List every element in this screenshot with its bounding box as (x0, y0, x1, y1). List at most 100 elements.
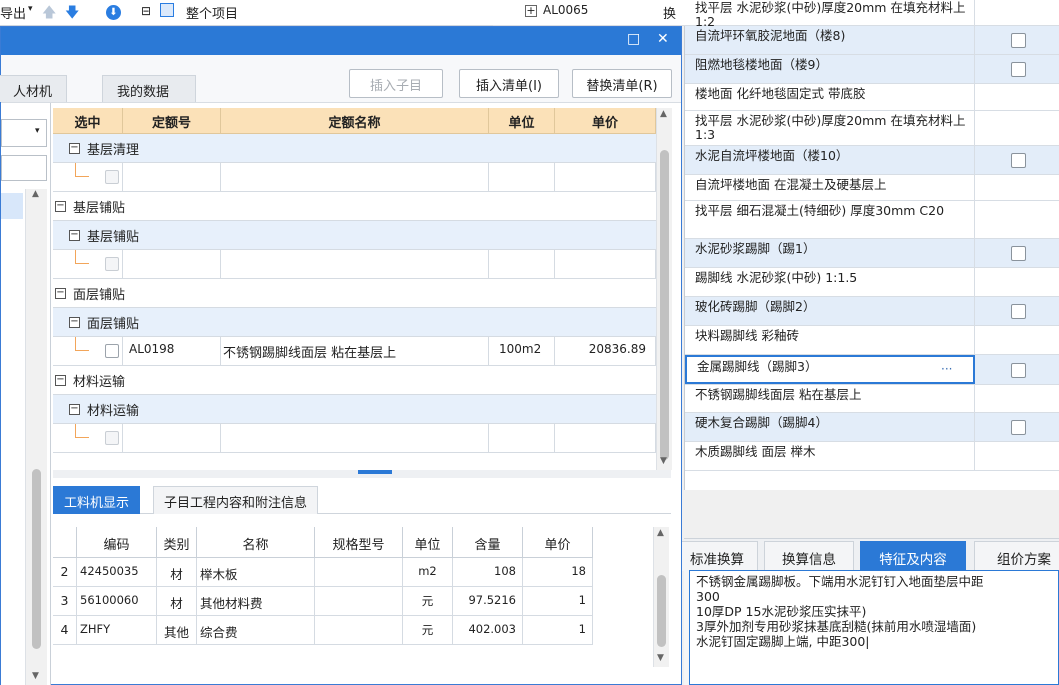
table-row[interactable]: − 面层铺贴 (53, 279, 656, 308)
tab-standard-conversion[interactable]: 标准换算 (676, 541, 758, 571)
scroll-up-icon[interactable]: ▲ (660, 109, 667, 119)
cell-unit[interactable]: 元 (403, 616, 453, 645)
download-icon[interactable]: ⬇ (106, 5, 121, 20)
col-spec-header[interactable]: 规格型号 (315, 527, 403, 558)
scroll-up-icon[interactable]: ▲ (32, 189, 39, 199)
grid-cell[interactable] (555, 163, 656, 192)
table-row[interactable] (53, 250, 656, 279)
col-code-header[interactable]: 定额号 (123, 108, 221, 134)
insert-sub-button[interactable]: 插入子目 (349, 69, 443, 98)
cell-name[interactable]: 榉木板 (197, 558, 315, 587)
cell-no[interactable]: 2 (53, 558, 77, 587)
cell-no[interactable]: 3 (53, 587, 77, 616)
list-row[interactable]: 踢脚线 水泥砂浆(中砂) 1:1.5 (685, 268, 1059, 297)
export-menu[interactable]: 导出 (0, 3, 26, 22)
table-row[interactable]: − 材料运输 (53, 366, 656, 395)
cell-cat[interactable]: 其他 (157, 616, 197, 645)
scrollbar-thumb[interactable] (660, 150, 669, 460)
table-row[interactable] (53, 424, 656, 453)
col-name-header[interactable]: 名称 (197, 527, 315, 558)
row-checkbox[interactable] (105, 344, 119, 358)
tree-scrollbar[interactable]: ▲ ▼ (25, 189, 47, 685)
cell-price[interactable]: 1 (523, 616, 593, 645)
list-row[interactable]: 木质踢脚线 面层 榉木 (685, 442, 1059, 471)
cell-cat[interactable]: 材 (157, 558, 197, 587)
row-checkbox[interactable] (1011, 33, 1026, 48)
grid-cell[interactable] (221, 163, 489, 192)
maximize-icon[interactable]: □ (627, 31, 640, 47)
cell-spec[interactable] (315, 587, 403, 616)
scrollbar-thumb[interactable] (657, 575, 666, 647)
row-checkbox[interactable] (1011, 420, 1026, 435)
cell-price[interactable]: 1 (523, 587, 593, 616)
list-row[interactable]: 找平层 水泥砂浆(中砂)厚度20mm 在填充材料上 1:3 (685, 111, 1059, 146)
grid-cell[interactable] (123, 424, 221, 453)
list-row[interactable]: 找平层 水泥砂浆(中砂)厚度20mm 在填充材料上 1:2 (685, 0, 1059, 29)
dialog-titlebar[interactable]: □ ✕ (1, 27, 681, 55)
grid-cell[interactable] (555, 250, 656, 279)
col-name-header[interactable]: 定额名称 (221, 108, 489, 134)
table-row[interactable] (53, 163, 656, 192)
scrollbar-thumb[interactable] (32, 469, 41, 649)
cell-price[interactable]: 18 (523, 558, 593, 587)
list-row[interactable]: 块料踢脚线 彩釉砖 (685, 326, 1059, 355)
cell-code[interactable]: ZHFY (77, 616, 157, 645)
cell-code[interactable]: 42450035 (77, 558, 157, 587)
insert-list-button[interactable]: 插入清单(I) (459, 69, 559, 98)
search-input[interactable] (1, 155, 47, 181)
list-row[interactable]: 自流坪楼地面 在混凝土及硬基层上 (685, 175, 1059, 201)
splitter-handle[interactable] (358, 470, 392, 474)
collapse-icon[interactable]: − (55, 375, 66, 386)
row-checkbox[interactable] (105, 257, 119, 271)
materials-scrollbar[interactable]: ▲ ▼ (653, 527, 669, 667)
cell-qty[interactable]: 108 (453, 558, 523, 587)
row-checkbox[interactable] (1011, 62, 1026, 77)
collapse-icon[interactable]: − (69, 317, 80, 328)
tab-features[interactable]: 特征及内容 (860, 541, 966, 571)
col-select-header[interactable]: 选中 (53, 108, 123, 134)
close-icon[interactable]: ✕ (657, 31, 669, 47)
col-cat-header[interactable]: 类别 (157, 527, 197, 558)
expand-icon[interactable]: + (525, 5, 537, 17)
row-checkbox[interactable] (1011, 304, 1026, 319)
grid-cell[interactable] (489, 163, 555, 192)
collapse-icon[interactable]: − (69, 404, 80, 415)
table-row[interactable]: AL0198 不锈钢踢脚线面层 粘在基层上 100m2 20836.89 (53, 337, 656, 366)
cell-no[interactable]: 4 (53, 616, 77, 645)
splitter[interactable] (53, 470, 671, 478)
chevron-down-icon[interactable]: ▾ (28, 4, 33, 14)
cell-name[interactable]: 综合费 (197, 616, 315, 645)
collapse-icon[interactable]: − (69, 143, 80, 154)
list-row[interactable]: 阻燃地毯楼地面（楼9） (685, 55, 1059, 84)
tree-selected-item[interactable] (1, 193, 23, 219)
cell-unit[interactable]: m2 (403, 558, 453, 587)
features-textarea[interactable]: 不锈钢金属踢脚板。下端用水泥钉钉入地面垫层中距 300 10厚DP 15水泥砂浆… (689, 570, 1059, 685)
tab-material-display[interactable]: 工料机显示 (53, 486, 141, 514)
grid-cell[interactable] (221, 250, 489, 279)
scroll-down-icon[interactable]: ▼ (32, 671, 39, 681)
list-row[interactable]: 水泥砂浆踢脚（踢1） (685, 239, 1059, 268)
col-price-header[interactable]: 单价 (555, 108, 656, 134)
list-row[interactable]: 找平层 细石混凝土(特细砂) 厚度30mm C20 (685, 201, 1059, 239)
table-row[interactable]: 4 ZHFY 其他 综合费 元 402.003 1 (53, 616, 593, 645)
grid-cell[interactable] (489, 250, 555, 279)
col-code-header[interactable]: 编码 (77, 527, 157, 558)
cell-unit[interactable]: 元 (403, 587, 453, 616)
scroll-up-icon[interactable]: ▲ (657, 528, 664, 538)
table-row[interactable]: − 基层铺贴 (53, 192, 656, 221)
grid-cell[interactable] (489, 424, 555, 453)
row-checkbox[interactable] (105, 170, 119, 184)
list-row[interactable]: 水泥自流坪楼地面（楼10） (685, 146, 1059, 175)
category-select[interactable]: ▾ (1, 119, 47, 147)
replace-list-button[interactable]: 替换清单(R) (572, 69, 672, 98)
list-row[interactable]: 硬木复合踢脚（踢脚4） (685, 413, 1059, 442)
cell-spec[interactable] (315, 558, 403, 587)
row-checkbox[interactable] (1011, 363, 1026, 378)
col-qty-header[interactable]: 含量 (453, 527, 523, 558)
grid-scrollbar[interactable]: ▲ ▼ (656, 108, 672, 470)
table-row[interactable]: 3 56100060 材其他材料费 元 97.5216 1 (53, 587, 593, 616)
move-down-icon[interactable]: 🡇 (65, 2, 79, 26)
table-row[interactable]: − 基层清理 (53, 134, 656, 163)
collapse-icon[interactable]: − (69, 230, 80, 241)
table-row[interactable]: 2 42450035 材榉木板 m2 108 18 (53, 558, 593, 587)
